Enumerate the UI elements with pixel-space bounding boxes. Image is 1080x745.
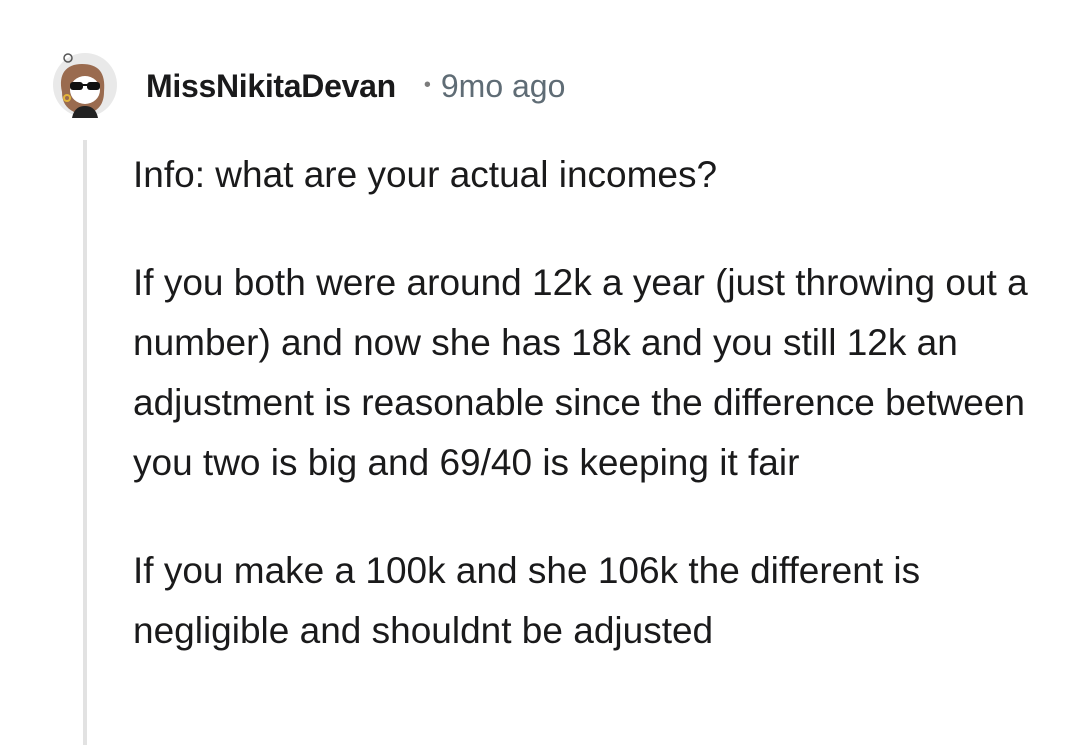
comment-timestamp[interactable]: 9mo ago — [441, 68, 566, 105]
user-avatar-icon[interactable] — [52, 52, 118, 118]
comment-paragraph: Info: what are your actual incomes? — [133, 154, 718, 195]
comment-body: Info: what are your actual incomes? If y… — [133, 145, 1033, 709]
thread-line[interactable] — [83, 140, 87, 745]
separator-dot: • — [423, 73, 431, 96]
comment-paragraph: If you make a 100k and she 106k the diff… — [133, 550, 921, 651]
comment-paragraph: If you both were around 12k a year (just… — [133, 262, 1028, 483]
comment-header: MissNikitaDevan • 9mo ago — [146, 66, 565, 106]
comment: MissNikitaDevan • 9mo ago Info: what are… — [0, 0, 1080, 745]
username-link[interactable]: MissNikitaDevan — [146, 68, 396, 105]
